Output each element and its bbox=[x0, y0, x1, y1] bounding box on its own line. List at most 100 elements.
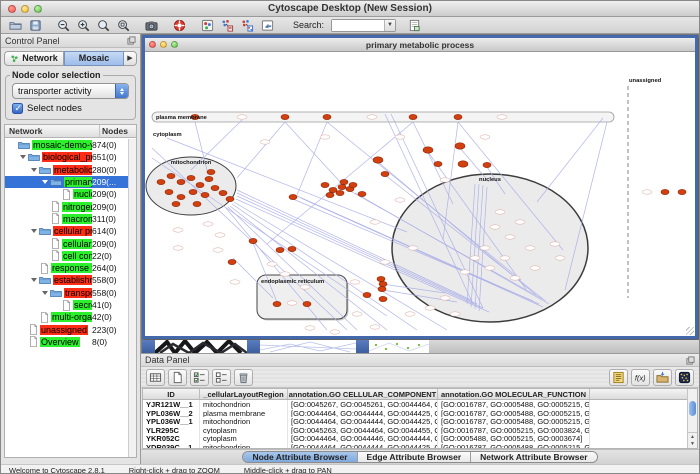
expander-icon[interactable] bbox=[42, 291, 48, 295]
nodes-column-header[interactable]: Nodes bbox=[100, 125, 136, 137]
expander-icon[interactable] bbox=[31, 229, 37, 233]
tree-item[interactable]: primary metabo209(... bbox=[5, 176, 128, 188]
tree-item-label: cellular metabo bbox=[62, 239, 92, 249]
attribute-grid-icon[interactable] bbox=[146, 369, 165, 386]
select-attributes-icon[interactable] bbox=[190, 369, 209, 386]
table-cell: [GO:0045263, GO:0044464, GO:0044455, G..… bbox=[288, 426, 438, 435]
folder-icon bbox=[39, 275, 51, 285]
zoom-selected-icon[interactable] bbox=[95, 18, 112, 33]
table-row[interactable]: YJR121W__1mitochondrion[GO:0045267, GO:0… bbox=[143, 400, 697, 409]
window-title: Cytoscape Desktop (New Session) bbox=[1, 3, 699, 14]
tab-network[interactable]: Network bbox=[4, 51, 64, 66]
expander-icon[interactable] bbox=[42, 180, 48, 184]
column-header[interactable]: ID bbox=[143, 389, 200, 399]
plugin-manager-icon[interactable] bbox=[406, 18, 423, 33]
tree-item[interactable]: establishment of lo558(0) bbox=[5, 274, 128, 286]
tree-item[interactable]: transport558(0) bbox=[5, 287, 128, 299]
tab-edge-attribute-browser[interactable]: Edge Attribute Browser bbox=[358, 452, 472, 462]
canvas-resize-grip[interactable] bbox=[686, 327, 694, 335]
import-table-icon[interactable] bbox=[653, 369, 672, 386]
tab-network-attribute-browser[interactable]: Network Attribute Browser bbox=[471, 452, 596, 462]
search-dropdown-arrow[interactable]: ▼ bbox=[384, 20, 395, 31]
table-row[interactable]: YPL036W__1mitochondrion[GO:0044464, GO:0… bbox=[143, 417, 697, 426]
tree-item-label: response to stimulu bbox=[51, 263, 92, 273]
attribute-table-header: ID_cellularLayoutRegionannotation.GO CEL… bbox=[143, 389, 697, 400]
column-header[interactable]: _cellularLayoutRegion bbox=[200, 389, 288, 399]
svg-text:cytoplasm: cytoplasm bbox=[153, 132, 182, 138]
tree-item[interactable]: multi-organism pro42(0) bbox=[5, 311, 128, 323]
tree-item[interactable]: Overview8(0) bbox=[5, 336, 128, 348]
table-row[interactable]: YLR295Ccytoplasm[GO:0045263, GO:0044464,… bbox=[143, 426, 697, 435]
annotation-icon[interactable] bbox=[259, 18, 276, 33]
delete-attribute-icon[interactable] bbox=[234, 369, 253, 386]
new-row-icon[interactable] bbox=[168, 369, 187, 386]
help-icon[interactable] bbox=[171, 18, 188, 33]
float-control-panel-button[interactable] bbox=[127, 36, 136, 45]
search-input[interactable] bbox=[332, 20, 384, 31]
table-row[interactable]: YDR039C__1mitochondrion[GO:0044464, GO:0… bbox=[143, 443, 697, 450]
tree-item[interactable]: metabolic process280(0) bbox=[5, 164, 128, 176]
attribute-matrix-icon[interactable] bbox=[675, 369, 694, 386]
table-scrollbar-thumb[interactable] bbox=[689, 401, 696, 416]
snapshot-icon[interactable] bbox=[143, 18, 160, 33]
tree-item[interactable]: macromolecule311(0) bbox=[5, 213, 128, 225]
node-color-selection-group: Node color selection transporter activit… bbox=[5, 70, 136, 120]
expander-icon[interactable] bbox=[31, 278, 37, 282]
folder-icon bbox=[18, 140, 30, 150]
data-panel-title: Data Panel bbox=[145, 355, 190, 365]
table-scrollbar[interactable]: ▲▼ bbox=[687, 389, 697, 448]
network-view-window[interactable]: primary metabolic process plasma membran… bbox=[142, 35, 698, 339]
tree-item[interactable]: mosaic-demo-yeast874(0) bbox=[5, 139, 128, 151]
tab-mosaic[interactable]: Mosaic bbox=[64, 51, 124, 66]
window-titlebar[interactable]: Cytoscape Desktop (New Session) bbox=[1, 1, 699, 17]
tab-node-attribute-browser[interactable]: Node Attribute Browser bbox=[243, 452, 357, 462]
float-data-panel-button[interactable] bbox=[686, 356, 695, 365]
tree-item[interactable]: nitrogen compo209(0) bbox=[5, 200, 128, 212]
select-nodes-checkbox[interactable] bbox=[12, 103, 23, 114]
tab-overflow-button[interactable]: ▶ bbox=[124, 51, 137, 66]
zoom-in-icon[interactable] bbox=[75, 18, 92, 33]
network-view-titlebar[interactable]: primary metabolic process bbox=[145, 38, 695, 52]
table-row[interactable]: YKR052Ccytoplasm[GO:0044464, GO:0044446,… bbox=[143, 434, 697, 443]
background-network-window-2[interactable] bbox=[260, 340, 356, 353]
tree-item[interactable]: cell communicat22(0) bbox=[5, 250, 128, 262]
tree-scrollbar[interactable] bbox=[128, 139, 136, 457]
tree-item[interactable]: biological_process651(0) bbox=[5, 151, 128, 163]
zoom-out-icon[interactable] bbox=[55, 18, 72, 33]
table-row[interactable]: YPL036W__2plasma membrane[GO:0044464, GO… bbox=[143, 409, 697, 418]
tree-item-label: nitrogen compo bbox=[62, 202, 92, 212]
expander-icon[interactable] bbox=[20, 155, 26, 159]
formula-icon[interactable]: f(x) bbox=[631, 369, 650, 386]
node-color-dropdown[interactable]: transporter activity bbox=[12, 83, 129, 99]
network-column-header[interactable]: Network bbox=[5, 125, 100, 137]
tree-item[interactable]: cellular process614(0) bbox=[5, 225, 128, 237]
table-scrollbar-arrows[interactable]: ▲▼ bbox=[688, 432, 697, 448]
table-cell: cytoplasm bbox=[200, 434, 288, 443]
save-session-icon[interactable] bbox=[27, 18, 44, 33]
expander-icon[interactable] bbox=[31, 168, 37, 172]
open-session-icon[interactable] bbox=[7, 18, 24, 33]
tree-item[interactable]: response to stimulu264(0) bbox=[5, 262, 128, 274]
background-network-window-3[interactable] bbox=[369, 340, 429, 353]
tree-item[interactable]: unassigned223(0) bbox=[5, 323, 128, 335]
vizmapper-icon[interactable] bbox=[199, 18, 216, 33]
network-canvas[interactable]: plasma membranemitochondrionnucleusendop… bbox=[145, 52, 695, 336]
column-header[interactable]: annotation.GO CELLULAR_COMPONENT bbox=[288, 389, 438, 399]
tab-label: Network bbox=[22, 53, 58, 63]
attribute-list-icon[interactable] bbox=[609, 369, 628, 386]
table-cell: [GO:0044464, GO:0044444, GO:0044425, G..… bbox=[288, 409, 438, 418]
zoom-fit-icon[interactable] bbox=[115, 18, 132, 33]
column-header[interactable]: annotation.GO MOLECULAR_FUNCTION bbox=[438, 389, 590, 399]
tree-item[interactable]: cellular metabo209(0) bbox=[5, 237, 128, 249]
background-network-window-1[interactable] bbox=[155, 340, 247, 353]
network-tree-header: Network Nodes bbox=[5, 125, 136, 138]
tree-item[interactable]: secretion41(0) bbox=[5, 299, 128, 311]
status-bar: Welcome to Cytoscape 2.8.1Right-click + … bbox=[1, 464, 699, 474]
layout-settings-icon[interactable] bbox=[219, 18, 236, 33]
tree-item-node-count: 42(0) bbox=[92, 312, 128, 322]
layout-run-icon[interactable] bbox=[239, 18, 256, 33]
tree-item-label: Overview bbox=[40, 337, 80, 347]
table-cell: [GO:0045267, GO:0045261, GO:0044464, G..… bbox=[288, 400, 438, 409]
tree-item[interactable]: nucleobase-209(0) bbox=[5, 188, 128, 200]
unselect-attributes-icon[interactable] bbox=[212, 369, 231, 386]
